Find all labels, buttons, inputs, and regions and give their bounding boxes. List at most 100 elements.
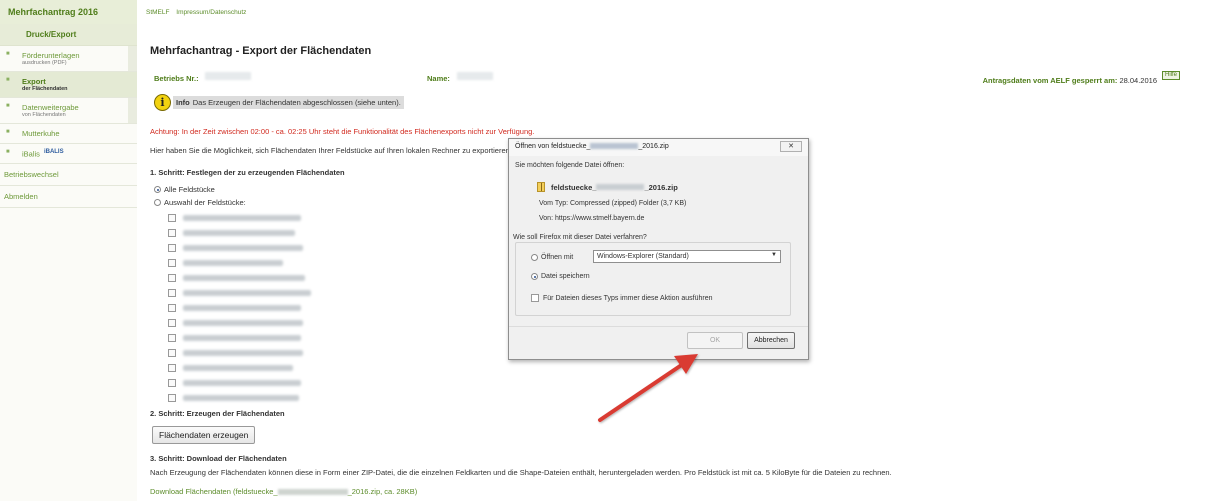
sidebar-item-mutterkuhe[interactable]: ■ Mutterkuhe (0, 124, 137, 144)
radio-open-with[interactable]: Öffnen mit (531, 254, 573, 261)
dialog-title-redacted (590, 143, 639, 150)
name-label: Name: (427, 74, 450, 83)
radio-label: Auswahl der Feldstücke: (164, 198, 246, 207)
checkbox[interactable] (168, 349, 176, 357)
bullet-icon: ■ (6, 103, 10, 109)
feldstueck-row[interactable] (168, 333, 301, 343)
file-prefix: feldstuecke_ (551, 182, 597, 192)
dialog-separator (509, 326, 808, 327)
dialog-intro: Sie möchten folgende Datei öffnen: (515, 162, 625, 169)
feldstueck-row[interactable] (168, 318, 303, 328)
download-link-suffix: _2016.zip, ca. 28KB) (347, 487, 418, 496)
checkbox[interactable] (168, 244, 176, 252)
feldstueck-label-redacted (183, 245, 303, 251)
radio-auswahl-feldstuecke[interactable]: Auswahl der Feldstücke: (154, 198, 246, 207)
feldstueck-row[interactable] (168, 363, 293, 373)
checkbox[interactable] (168, 334, 176, 342)
sidebar-item-sublabel: ausdrucken (PDF) (22, 60, 67, 66)
radio-button-checked[interactable] (531, 273, 538, 280)
checkbox[interactable] (168, 229, 176, 237)
radio-label: Alle Feldstücke (164, 185, 215, 194)
top-links: StMELF Impressum/Datenschutz (146, 9, 251, 16)
feldstueck-label-redacted (183, 395, 299, 401)
sidebar-item-abmelden[interactable]: Abmelden (0, 186, 137, 209)
feldstueck-row[interactable] (168, 348, 303, 358)
stmelf-link[interactable]: StMELF (146, 9, 169, 16)
sidebar-item-betriebswechsel[interactable]: Betriebswechsel (0, 164, 137, 187)
feldstueck-label-redacted (183, 290, 311, 296)
feldstueck-label-redacted (183, 365, 293, 371)
feldstueck-row[interactable] (168, 288, 311, 298)
checkbox[interactable] (168, 379, 176, 387)
feldstueck-row[interactable] (168, 393, 299, 403)
feldstueck-row[interactable] (168, 303, 301, 313)
bullet-icon: ■ (6, 51, 10, 57)
download-flaechendaten-link[interactable]: Download Flächendaten (feldstuecke_ _2016… (150, 487, 417, 496)
feldstueck-row[interactable] (168, 273, 305, 283)
open-file-dialog: Öffnen von feldstuecke_ _2016.zip ✕ Sie m… (508, 138, 809, 360)
top-bar: Mehrfachantrag 2016 StMELF Impressum/Dat… (0, 0, 1212, 24)
cancel-button[interactable]: Abbrechen (747, 332, 795, 349)
sidebar-item-export[interactable]: ■ Export der Flächendaten (0, 72, 137, 98)
checkbox[interactable] (168, 304, 176, 312)
name-value-redacted (457, 72, 493, 80)
dialog-title-prefix: Öffnen von feldstuecke_ (515, 143, 591, 150)
always-do-this-checkbox[interactable]: Für Dateien dieses Typs immer diese Akti… (531, 294, 713, 302)
feldstueck-label-redacted (183, 350, 303, 356)
checkbox[interactable] (168, 259, 176, 267)
radio-save-file[interactable]: Datei speichern (531, 273, 590, 280)
info-label: Info (176, 98, 190, 107)
checkbox[interactable] (531, 294, 539, 302)
feldstueck-label-redacted (183, 335, 301, 341)
sidebar-item-label: iBalis iBALIS (14, 149, 133, 158)
impressum-link[interactable]: Impressum/Datenschutz (176, 9, 246, 16)
open-with-select[interactable]: Windows-Explorer (Standard) ▼ (593, 250, 781, 263)
checkbox[interactable] (168, 364, 176, 372)
feldstueck-row[interactable] (168, 228, 295, 238)
annotation-arrow-icon (598, 354, 698, 422)
feldstueck-label-redacted (183, 215, 301, 221)
sidebar-item-label: Mutterkuhe (22, 129, 60, 138)
feldstueck-row[interactable] (168, 213, 301, 223)
info-icon: i (154, 94, 171, 111)
download-filename-redacted (277, 489, 348, 496)
feldstueck-row[interactable] (168, 243, 303, 253)
help-icon[interactable]: Hilfe (1162, 71, 1180, 80)
checkbox[interactable] (168, 394, 176, 402)
feldstueck-label-redacted (183, 380, 301, 386)
close-icon[interactable]: ✕ (780, 141, 802, 152)
feldstueck-label-redacted (183, 260, 283, 266)
checkbox[interactable] (168, 289, 176, 297)
bullet-icon: ■ (6, 129, 10, 135)
ibalis-logo: iBALIS (43, 149, 64, 155)
download-link-prefix: Download Flächendaten (feldstuecke_ (150, 487, 278, 496)
sidebar-item-ibalis[interactable]: ■ iBalis iBALIS (0, 144, 137, 165)
sidebar-item-datenweitergabe[interactable]: ■ Datenweitergabe von Flächendaten (0, 98, 137, 124)
checkbox[interactable] (168, 214, 176, 222)
bullet-icon: ■ (6, 77, 10, 83)
radio-button[interactable] (531, 254, 538, 261)
gesperrt-label: Antragsdaten vom AELF gesperrt am: (982, 76, 1118, 85)
ibalis-label: iBalis (22, 149, 40, 159)
feldstueck-row[interactable] (168, 258, 283, 268)
radio-all-feldstuecke[interactable]: Alle Feldstücke (154, 185, 215, 194)
step3-title: 3. Schritt: Download der Flächendaten (150, 454, 287, 463)
sidebar-item-label: Export (22, 77, 46, 86)
open-with-value: Windows-Explorer (Standard) (597, 253, 689, 260)
chevron-down-icon: ▼ (771, 252, 777, 258)
feldstueck-row[interactable] (168, 378, 301, 388)
sidebar-section-druck-export[interactable]: Druck/Export (0, 24, 137, 46)
checkbox[interactable] (168, 319, 176, 327)
sidebar-item-sublabel: der Flächendaten (22, 86, 68, 92)
flaechendaten-erzeugen-button[interactable]: Flächendaten erzeugen (152, 426, 256, 444)
bullet-icon: ■ (6, 149, 10, 155)
checkbox[interactable] (168, 274, 176, 282)
radio-button-checked[interactable] (154, 186, 161, 193)
radio-button[interactable] (154, 199, 161, 206)
sidebar-item-foerderunterlagen[interactable]: ■ Förderunterlagen ausdrucken (PDF) (0, 46, 137, 72)
betrieb-value-redacted (205, 72, 251, 80)
sidebar: Druck/Export ■ Förderunterlagen ausdruck… (0, 24, 137, 501)
dialog-titlebar[interactable]: Öffnen von feldstuecke_ _2016.zip ✕ (509, 139, 808, 156)
always-label: Für Dateien dieses Typs immer diese Akti… (543, 294, 713, 302)
feldstueck-label-redacted (183, 275, 305, 281)
